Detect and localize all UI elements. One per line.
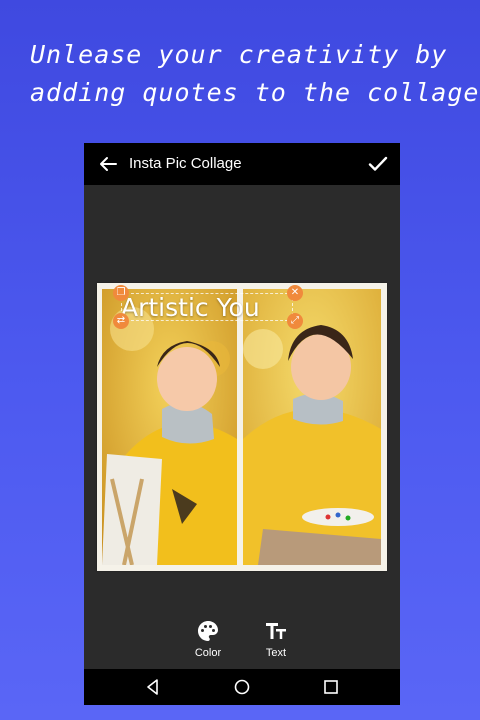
collage-canvas[interactable]: Artistic You ❐ ✕ ⇄ ⤢ xyxy=(97,283,387,571)
phone-screen: Insta Pic Collage Artistic You ❐ ✕ ⇄ ⤢ C… xyxy=(84,143,400,705)
photo-right[interactable] xyxy=(243,289,381,565)
promo-caption: Unlease your creativity by adding quotes… xyxy=(30,36,480,112)
color-tool-button[interactable]: Color xyxy=(178,619,238,659)
resize-icon[interactable]: ⤢ xyxy=(287,313,303,329)
recents-square-icon[interactable] xyxy=(322,678,340,696)
boy-painting-photo xyxy=(102,289,237,565)
copy-icon[interactable]: ❐ xyxy=(113,285,129,301)
palette-icon xyxy=(198,621,218,641)
promo-line-2: adding quotes to the collage xyxy=(30,78,480,107)
app-bar: Insta Pic Collage xyxy=(84,143,400,185)
photo-left[interactable] xyxy=(102,289,237,565)
flip-icon[interactable]: ⇄ xyxy=(113,313,129,329)
color-tool-label: Color xyxy=(194,647,222,659)
back-triangle-icon[interactable] xyxy=(144,678,162,696)
check-icon[interactable] xyxy=(366,152,390,176)
app-title: Insta Pic Collage xyxy=(129,155,242,172)
editing-toolbar: Color Text xyxy=(84,619,400,669)
close-icon[interactable]: ✕ xyxy=(287,285,303,301)
arrow-left-icon[interactable] xyxy=(96,152,120,176)
text-format-icon xyxy=(266,623,286,639)
boy-palette-photo xyxy=(243,289,381,565)
text-tool-label: Text xyxy=(265,647,287,659)
system-nav-bar xyxy=(84,669,400,705)
home-circle-icon[interactable] xyxy=(233,678,251,696)
text-sticker[interactable]: Artistic You xyxy=(121,293,260,322)
promo-line-1: Unlease your creativity by xyxy=(30,40,448,69)
text-tool-button[interactable]: Text xyxy=(246,619,306,659)
